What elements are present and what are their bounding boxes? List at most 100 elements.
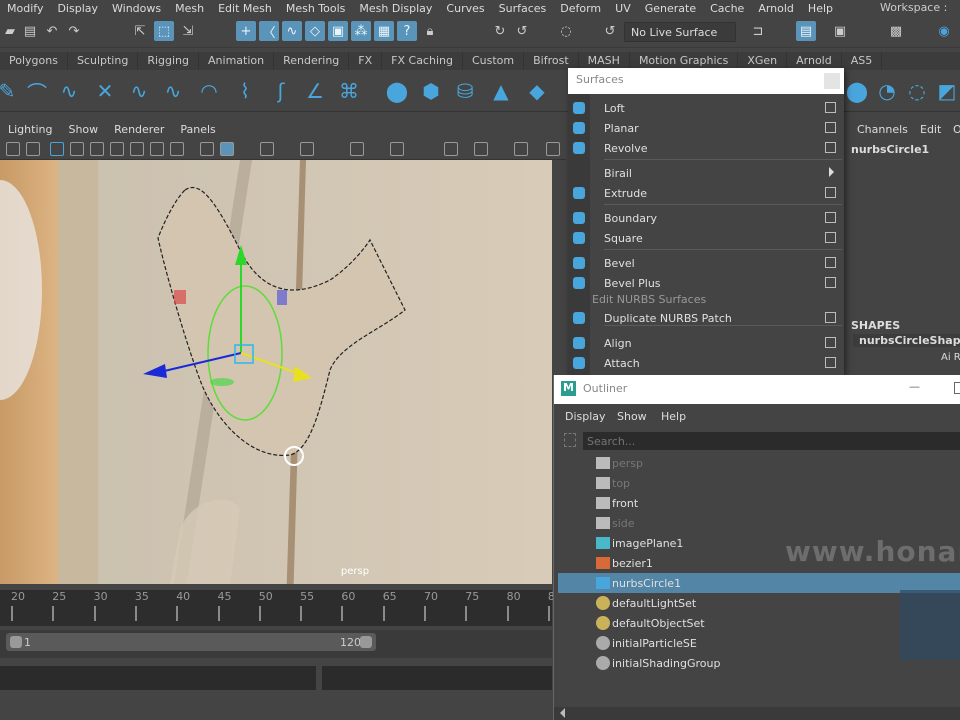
option-box-icon[interactable] xyxy=(825,232,836,243)
close-icon[interactable] xyxy=(824,73,840,89)
help-snap-icon[interactable]: ? xyxy=(397,21,417,41)
isolate-select-icon[interactable] xyxy=(444,142,458,156)
menu-item-bevel-plus[interactable]: Bevel Plus xyxy=(590,273,844,293)
range-end-handle[interactable] xyxy=(360,636,372,648)
redo-icon[interactable]: ↷ xyxy=(64,21,84,41)
fillet-icon[interactable]: ʃ xyxy=(268,78,294,104)
arc-two-icon[interactable]: ∿ xyxy=(160,78,186,104)
wireframe-icon[interactable] xyxy=(200,142,214,156)
option-box-icon[interactable] xyxy=(825,312,836,323)
outliner-display-menu[interactable]: Display xyxy=(565,410,606,423)
menu-arnold[interactable]: Arnold xyxy=(751,2,801,15)
snap-grid-icon[interactable]: + xyxy=(236,21,256,41)
select-hierarchy-icon[interactable]: ⇱ xyxy=(130,21,150,41)
arc-icon[interactable]: ∿ xyxy=(126,78,152,104)
nurbs-cube-icon[interactable]: ⬢ xyxy=(418,78,444,104)
select-component-icon[interactable]: ⇲ xyxy=(178,21,198,41)
menu-item-align[interactable]: Align xyxy=(590,333,844,353)
horizontal-scrollbar[interactable] xyxy=(554,707,960,720)
maximize-icon[interactable] xyxy=(954,382,960,394)
menu-modify[interactable]: Modify xyxy=(0,2,50,15)
shelf-tab-sculpting[interactable]: Sculpting xyxy=(68,52,139,70)
panel-menu-show[interactable]: Show xyxy=(60,123,106,136)
object-menu[interactable]: O xyxy=(953,123,960,136)
rebuild-curve-icon[interactable]: ⌘ xyxy=(336,78,362,104)
menu-mesh[interactable]: Mesh xyxy=(168,2,211,15)
nurbs-cylinder-icon[interactable]: ⛁ xyxy=(452,78,478,104)
textured-icon[interactable] xyxy=(260,142,274,156)
outliner-search-input[interactable] xyxy=(583,432,960,450)
menu-curves[interactable]: Curves xyxy=(439,2,491,15)
menu-item-loft[interactable]: Loft xyxy=(590,98,844,118)
panel-menu-renderer[interactable]: Renderer xyxy=(106,123,172,136)
option-box-icon[interactable] xyxy=(825,102,836,113)
outliner-titlebar[interactable]: M Outliner — xyxy=(554,375,960,404)
smooth-shade-icon[interactable] xyxy=(220,142,234,156)
viewport-persp[interactable]: persp xyxy=(0,160,552,584)
outliner-item[interactable]: top xyxy=(558,473,960,493)
shadows-icon[interactable] xyxy=(350,142,364,156)
xray-joints-icon[interactable] xyxy=(514,142,528,156)
bookmark-icon[interactable] xyxy=(26,142,40,156)
render-view-icon[interactable]: ▣ xyxy=(830,21,850,41)
panel-menu-lighting[interactable]: Lighting xyxy=(0,123,60,136)
menu-item-attach[interactable]: Attach xyxy=(590,353,844,373)
shelf-tab-rendering[interactable]: Rendering xyxy=(274,52,350,70)
shelf-tab-polygons[interactable]: Polygons xyxy=(0,52,68,70)
command-line[interactable] xyxy=(0,666,316,690)
time-slider[interactable]: 20 25 30 35 40 45 50 55 60 65 70 75 80 8 xyxy=(0,590,555,626)
project-curve-icon[interactable]: ◩ xyxy=(934,78,960,104)
menu-item-square[interactable]: Square xyxy=(590,228,844,248)
option-box-icon[interactable] xyxy=(825,212,836,223)
option-box-icon[interactable] xyxy=(825,142,836,153)
offset-curve-icon[interactable]: ⌇ xyxy=(232,78,258,104)
option-box-icon[interactable] xyxy=(825,122,836,133)
surfaces-menu-title[interactable]: Surfaces xyxy=(568,68,844,94)
option-box-icon[interactable] xyxy=(825,337,836,348)
xray-icon[interactable] xyxy=(474,142,488,156)
menu-item-bevel[interactable]: Bevel xyxy=(590,253,844,273)
save-scene-icon[interactable]: ▤ xyxy=(20,21,40,41)
nurbs-plane-icon[interactable]: ◆ xyxy=(524,78,550,104)
safe-title-icon[interactable] xyxy=(170,142,184,156)
shape-name[interactable]: nurbsCircleShape1 xyxy=(853,334,960,347)
show-channel-box-icon[interactable]: ▤ xyxy=(796,21,816,41)
gate-mask-icon[interactable] xyxy=(110,142,124,156)
shelf-tab-custom[interactable]: Custom xyxy=(463,52,525,70)
snap-view-icon[interactable]: ▣ xyxy=(328,21,348,41)
bezier-tool-icon[interactable]: ✕ xyxy=(92,78,118,104)
ipr-render-icon[interactable]: ▩ xyxy=(886,21,906,41)
object-name[interactable]: nurbsCircle1 xyxy=(851,143,929,156)
range-start-handle[interactable] xyxy=(10,636,22,648)
outliner-help-menu[interactable]: Help xyxy=(661,410,686,423)
cv-curve-icon[interactable]: ⌒ xyxy=(24,78,50,105)
menu-generate[interactable]: Generate xyxy=(638,2,703,15)
menu-item-birail[interactable]: Birail xyxy=(590,163,844,183)
scroll-left-icon[interactable] xyxy=(560,708,565,718)
snap-point-icon[interactable]: ∿ xyxy=(282,21,302,41)
safe-action-icon[interactable] xyxy=(150,142,164,156)
nurbs-sphere-icon[interactable]: ⬤ xyxy=(384,78,410,104)
snap-curve-icon[interactable]: 〈 xyxy=(259,21,279,41)
live-surface-field[interactable]: No Live Surface xyxy=(624,22,736,42)
nurbs-torus-icon[interactable]: ⬤ xyxy=(844,78,870,104)
menu-deform[interactable]: Deform xyxy=(553,2,608,15)
menu-edit-mesh[interactable]: Edit Mesh xyxy=(211,2,279,15)
ambient-occlusion-icon[interactable] xyxy=(390,142,404,156)
intersect-icon[interactable]: ∠ xyxy=(302,78,328,104)
snap-live-icon[interactable]: ⁂ xyxy=(351,21,371,41)
select-object-icon[interactable]: ⬚ xyxy=(154,21,174,41)
option-box-icon[interactable] xyxy=(825,257,836,268)
range-slider[interactable]: 1 120 xyxy=(0,630,552,658)
ep-curve-icon[interactable]: ∿ xyxy=(56,78,82,104)
outliner-item[interactable]: persp xyxy=(558,453,960,473)
outliner-item[interactable]: front xyxy=(558,493,960,513)
nurbs-cone-icon[interactable]: ▲ xyxy=(488,78,514,104)
menu-item-duplicate-nurbs-patch[interactable]: Duplicate NURBS Patch xyxy=(590,308,844,328)
open-scene-icon[interactable]: ▰ xyxy=(0,21,20,41)
minimize-icon[interactable]: — xyxy=(909,380,920,393)
construction-history-icon[interactable]: ↻ xyxy=(490,21,510,41)
edit-menu[interactable]: Edit xyxy=(920,123,941,136)
shelf-tab-fx[interactable]: FX xyxy=(349,52,383,70)
option-box-icon[interactable] xyxy=(825,277,836,288)
